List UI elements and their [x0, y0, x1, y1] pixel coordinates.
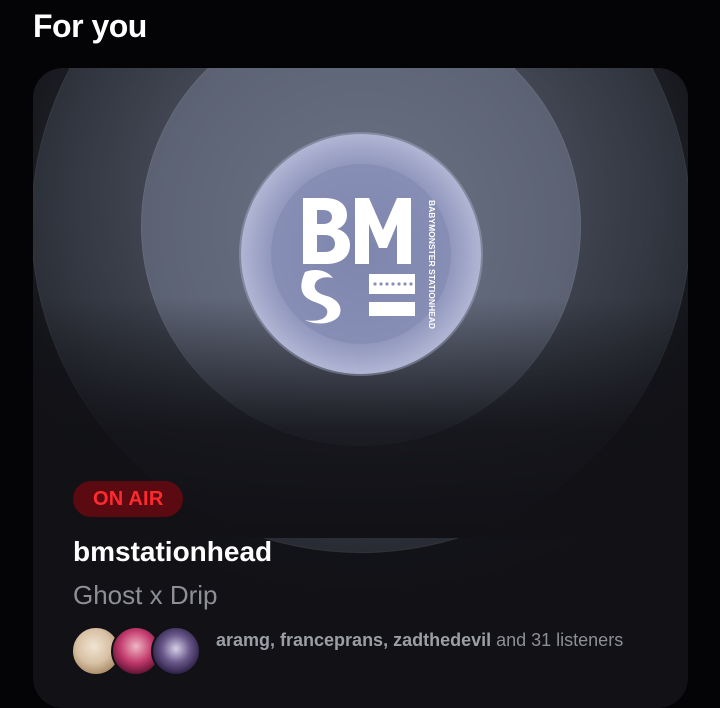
bm-station-logo-icon: BABYMONSTER STATIONHEAD	[301, 198, 437, 329]
station-card[interactable]: BABYMONSTER STATIONHEAD ON AIR bmstation…	[33, 68, 688, 708]
avatar-zadthedevil[interactable]	[151, 626, 201, 676]
listener-avatars[interactable]	[71, 626, 211, 676]
on-air-badge: ON AIR	[73, 481, 184, 517]
logo-side-text: BABYMONSTER STATIONHEAD	[427, 200, 437, 329]
now-playing-track: Ghost x Drip	[73, 580, 218, 610]
listener-names: aramg, franceprans, zadthedevil	[216, 630, 492, 650]
listener-count-text: and 31 listeners	[491, 630, 624, 650]
station-name[interactable]: bmstationhead	[73, 534, 272, 570]
section-title: For you	[33, 8, 147, 44]
station-logo[interactable]: BABYMONSTER STATIONHEAD	[241, 134, 481, 374]
listeners-summary: aramg, franceprans, zadthedevil and 31 l…	[216, 628, 623, 652]
